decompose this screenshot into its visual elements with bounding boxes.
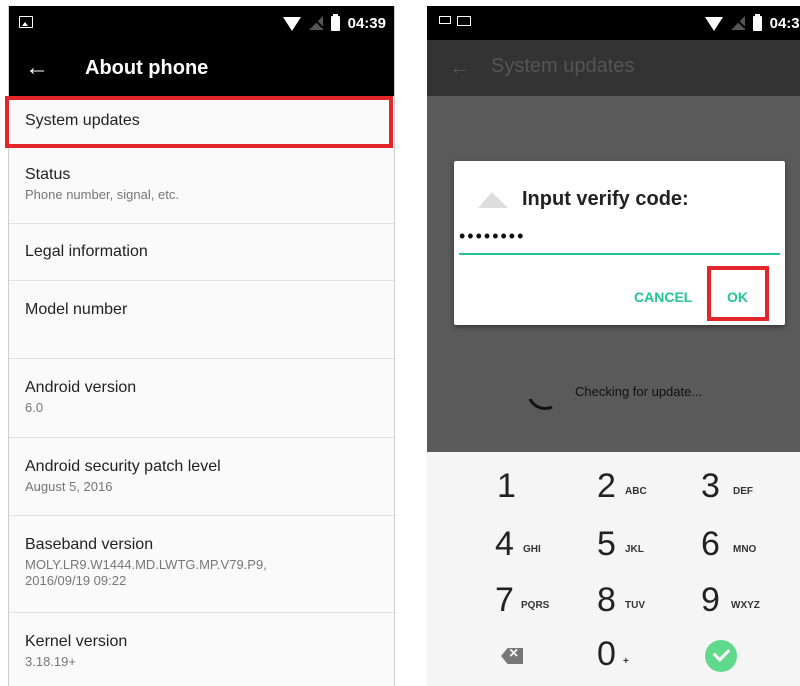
key-letters: GHI — [523, 544, 541, 555]
list-item-title: Model number — [25, 301, 128, 318]
key-digit: 5 — [597, 525, 616, 563]
wifi-icon — [704, 17, 723, 31]
list-item-android-version[interactable]: Android version 6.0 — [9, 359, 394, 438]
key-letters: DEF — [733, 486, 753, 497]
key-6[interactable]: 6 MNO — [701, 524, 800, 580]
verify-code-input[interactable]: •••••••• — [459, 225, 780, 255]
list-item-subtitle: August 5, 2016 — [25, 479, 113, 494]
list-item-model-number[interactable]: Model number — [9, 281, 394, 359]
image-notification-icon — [457, 16, 471, 26]
settings-list: System updates Status Phone number, sign… — [9, 96, 394, 686]
key-digit: 7 — [495, 581, 514, 619]
key-9[interactable]: 9 WXYZ — [701, 580, 800, 636]
status-bar-right: 04:39 — [704, 6, 800, 40]
key-8[interactable]: 8 TUV — [597, 580, 717, 636]
cancel-button[interactable]: CANCEL — [634, 289, 692, 305]
key-letters: JKL — [625, 544, 644, 555]
key-digit: 9 — [701, 581, 720, 619]
key-letters: MNO — [733, 544, 757, 555]
list-item-title: Kernel version — [25, 633, 128, 650]
dialog-title: Input verify code: — [522, 188, 689, 210]
status-bar: 04:39 — [427, 6, 800, 40]
back-arrow-icon[interactable]: ← — [25, 56, 49, 80]
list-item-subtitle: 3.18.19+ — [25, 654, 76, 669]
list-item-security-patch[interactable]: Android security patch level August 5, 2… — [9, 438, 394, 516]
signal-icon — [730, 16, 745, 30]
key-digit: 3 — [701, 467, 720, 505]
key-digit: 0 — [597, 635, 616, 673]
list-item-status[interactable]: Status Phone number, signal, etc. — [9, 146, 394, 224]
list-item-subtitle: MOLY.LR9.W1444.MD.LWTG.MP.V79.P9, 2016/0… — [25, 557, 267, 588]
list-item-legal-information[interactable]: Legal information — [9, 224, 394, 281]
list-item-subtitle: 6.0 — [25, 400, 44, 415]
list-item-title: Android security patch level — [25, 458, 221, 475]
battery-icon — [330, 13, 340, 31]
status-bar: 04:39 — [9, 6, 394, 40]
status-time: 04:39 — [769, 14, 800, 32]
key-digit: 8 — [597, 581, 616, 619]
key-2[interactable]: 2 ABC — [597, 466, 717, 522]
key-5[interactable]: 5 JKL — [597, 524, 717, 580]
key-letters: ABC — [625, 486, 647, 497]
notification-icons — [439, 16, 471, 26]
page-title: System updates — [491, 55, 635, 77]
signal-icon — [308, 16, 323, 30]
system-updates-screen: 04:39 ← System updates Checking for upda… — [427, 6, 800, 686]
backspace-icon[interactable] — [501, 648, 523, 664]
app-bar: ← About phone — [9, 40, 394, 96]
progress-text: Checking for update... — [575, 384, 703, 399]
ok-highlight-box — [707, 266, 769, 321]
key-digit: 1 — [497, 467, 516, 505]
key-letters: + — [623, 656, 629, 667]
list-item-title: Baseband version — [25, 536, 154, 553]
list-item-subtitle: Phone number, signal, etc. — [25, 187, 179, 202]
key-letters: TUV — [625, 600, 645, 611]
status-bar-right: 04:39 — [282, 6, 386, 40]
key-0[interactable]: 0 + — [597, 634, 717, 686]
app-bar: ← System updates — [427, 40, 800, 96]
key-digit: 2 — [597, 467, 616, 505]
back-arrow-icon: ← — [449, 54, 471, 79]
list-item-kernel-version[interactable]: Kernel version 3.18.19+ — [9, 613, 394, 686]
key-digit: 6 — [701, 525, 720, 563]
system-updates-highlight-box — [5, 96, 393, 148]
key-letters: WXYZ — [731, 600, 760, 611]
battery-icon — [752, 13, 762, 31]
page-title: About phone — [85, 57, 209, 79]
list-item-title: Legal information — [25, 243, 148, 260]
key-digit: 4 — [495, 525, 514, 563]
wifi-icon — [282, 17, 301, 31]
image-notification-icon — [19, 16, 33, 28]
list-item-baseband-version[interactable]: Baseband version MOLY.LR9.W1444.MD.LWTG.… — [9, 516, 394, 613]
done-check-icon[interactable] — [705, 640, 737, 672]
list-item-title: Android version — [25, 379, 137, 396]
cloud-icon — [478, 192, 508, 208]
numeric-keypad: 1 2 ABC 3 DEF 4 GHI 5 JKL 6 MNO 7 PQRS 8… — [427, 452, 800, 686]
list-item-title: Status — [25, 166, 71, 183]
key-3[interactable]: 3 DEF — [701, 466, 800, 522]
status-time: 04:39 — [347, 14, 386, 32]
key-letters: PQRS — [521, 600, 550, 611]
keyboard-icon — [439, 16, 451, 24]
